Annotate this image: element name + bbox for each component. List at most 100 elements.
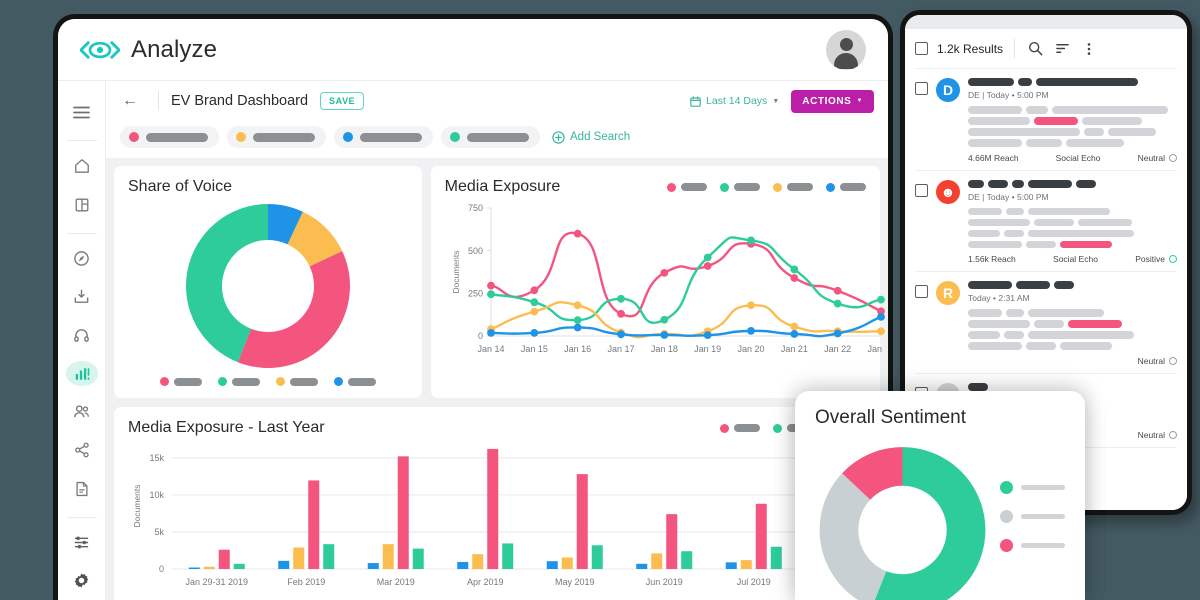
bar[interactable] <box>502 543 514 569</box>
data-point[interactable] <box>833 329 842 338</box>
bar[interactable] <box>576 474 588 569</box>
search-chip[interactable] <box>334 126 433 148</box>
data-point[interactable] <box>790 322 798 331</box>
letter-r-logo[interactable]: R <box>936 281 960 305</box>
home-icon[interactable] <box>66 154 98 178</box>
legend-item[interactable] <box>217 377 260 386</box>
bar[interactable] <box>382 544 394 569</box>
bar[interactable] <box>203 566 215 569</box>
add-search-button[interactable]: Add Search <box>552 130 630 144</box>
bar[interactable] <box>367 563 379 569</box>
data-point[interactable] <box>876 327 885 336</box>
result-item[interactable]: R Today • 2:31 AM Neutral <box>915 272 1177 374</box>
select-all-checkbox[interactable] <box>915 42 928 55</box>
bar[interactable] <box>487 448 499 569</box>
sliders-icon[interactable] <box>66 530 98 554</box>
result-item[interactable]: ☻ DE | Today • 5:00 PM 1.56k Reach Social E… <box>915 171 1177 272</box>
data-point[interactable] <box>573 323 582 332</box>
bar[interactable] <box>770 546 782 569</box>
bar[interactable] <box>561 557 573 569</box>
data-point[interactable] <box>833 299 842 308</box>
bar[interactable] <box>308 480 320 569</box>
arrow-left-icon[interactable]: ← <box>114 92 146 110</box>
result-item[interactable]: D DE | Today • 5:00 PM 4.66M Reach Social E… <box>915 69 1177 171</box>
data-point[interactable] <box>530 286 538 295</box>
legend-item[interactable] <box>773 182 813 192</box>
avatar[interactable] <box>826 29 866 70</box>
data-point[interactable] <box>790 330 798 338</box>
bar[interactable] <box>681 551 693 569</box>
data-point[interactable] <box>616 309 625 318</box>
legend-item[interactable] <box>667 182 707 192</box>
bar[interactable] <box>293 547 305 569</box>
data-point[interactable] <box>530 329 538 337</box>
document-icon[interactable] <box>66 476 98 500</box>
bar[interactable] <box>636 563 648 569</box>
bar[interactable] <box>457 561 469 569</box>
donut-slice[interactable] <box>237 250 350 368</box>
search-chip[interactable] <box>441 126 540 148</box>
data-point[interactable] <box>703 331 712 340</box>
bar[interactable] <box>397 456 409 569</box>
legend-item[interactable] <box>333 377 376 386</box>
data-point[interactable] <box>833 286 842 295</box>
bar[interactable] <box>472 554 484 569</box>
data-point[interactable] <box>616 294 625 303</box>
data-point[interactable] <box>876 295 885 304</box>
result-checkbox[interactable] <box>915 183 928 197</box>
sort-icon[interactable] <box>1053 40 1071 58</box>
legend-item[interactable] <box>275 377 318 386</box>
data-point[interactable] <box>573 316 582 325</box>
more-vertical-icon[interactable] <box>1080 40 1098 58</box>
search-chip[interactable] <box>227 126 326 148</box>
bar[interactable] <box>666 514 678 569</box>
bar[interactable] <box>233 563 245 569</box>
data-point[interactable] <box>616 330 625 339</box>
compass-icon[interactable] <box>66 246 98 270</box>
sentiment-legend-item[interactable] <box>1000 510 1065 523</box>
bar[interactable] <box>755 503 767 569</box>
hamburger-menu-icon[interactable] <box>66 100 98 124</box>
data-point[interactable] <box>876 312 885 321</box>
dashboard-grid-icon[interactable] <box>66 192 98 216</box>
sidebar-item-analyze[interactable] <box>65 361 98 386</box>
bar[interactable] <box>740 560 752 569</box>
people-icon[interactable] <box>66 400 98 424</box>
data-point[interactable] <box>660 268 668 277</box>
data-point[interactable] <box>746 301 755 310</box>
bar[interactable] <box>218 549 230 569</box>
gear-icon[interactable] <box>66 569 98 593</box>
legend-item[interactable] <box>826 182 866 192</box>
data-point[interactable] <box>573 301 582 310</box>
data-point[interactable] <box>660 315 668 324</box>
reddit-logo[interactable]: ☻ <box>936 179 960 204</box>
save-button[interactable]: SAVE <box>320 92 365 110</box>
share-icon[interactable] <box>66 438 98 462</box>
bar[interactable] <box>591 545 603 569</box>
legend-item[interactable] <box>720 182 760 192</box>
bar[interactable] <box>323 544 335 569</box>
bar[interactable] <box>651 553 663 569</box>
sentiment-legend-item[interactable] <box>1000 481 1065 494</box>
result-checkbox[interactable] <box>915 285 928 298</box>
data-point[interactable] <box>746 236 755 245</box>
sentiment-legend-item[interactable] <box>1000 539 1065 552</box>
data-point[interactable] <box>660 331 668 339</box>
search-icon[interactable] <box>1026 40 1044 58</box>
bar[interactable] <box>725 562 737 569</box>
data-point[interactable] <box>486 281 495 290</box>
data-point[interactable] <box>530 307 538 316</box>
data-point[interactable] <box>530 298 538 307</box>
data-point[interactable] <box>790 265 798 274</box>
data-point[interactable] <box>790 274 798 282</box>
bar[interactable] <box>188 567 200 569</box>
data-point[interactable] <box>573 229 582 238</box>
legend-item[interactable] <box>720 423 760 433</box>
bar[interactable] <box>278 560 290 569</box>
data-point[interactable] <box>703 253 712 262</box>
inbox-download-icon[interactable] <box>66 285 98 309</box>
data-point[interactable] <box>746 326 755 335</box>
data-point[interactable] <box>486 290 495 299</box>
result-checkbox[interactable] <box>915 82 928 95</box>
bar[interactable] <box>546 561 558 569</box>
